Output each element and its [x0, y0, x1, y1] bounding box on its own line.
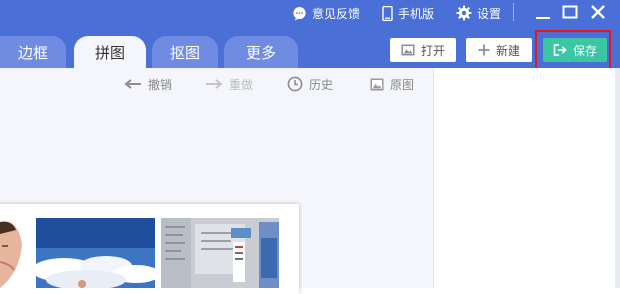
image-icon [401, 44, 415, 56]
settings-link[interactable]: 设置 [456, 4, 501, 22]
gear-icon [456, 5, 472, 21]
close-button[interactable] [588, 3, 608, 21]
collage-photo-screenshot[interactable] [161, 218, 279, 288]
original-image-button[interactable]: 原图 [370, 76, 414, 92]
feedback-link[interactable]: 意见反馈 [292, 4, 360, 22]
tab-cutout-label: 抠图 [169, 43, 200, 62]
tab-border-label: 边框 [17, 43, 48, 62]
plus-icon [478, 44, 490, 56]
phone-icon [382, 5, 393, 21]
tab-more[interactable]: 更多 [224, 36, 298, 68]
maximize-icon [562, 5, 578, 19]
maximize-button[interactable] [560, 3, 580, 21]
tab-collage[interactable]: 拼图 [74, 36, 146, 68]
new-button[interactable]: 新建 [466, 38, 532, 62]
undo-label: 撤销 [148, 77, 173, 92]
open-label: 打开 [420, 43, 445, 58]
topbar-divider [513, 3, 514, 21]
tab-more-label: 更多 [245, 43, 276, 62]
history-button[interactable]: 历史 [287, 76, 333, 92]
redo-button[interactable]: 重做 [205, 76, 253, 92]
right-panel [433, 68, 616, 288]
tab-cutout[interactable]: 抠图 [152, 36, 218, 68]
minimize-icon [536, 17, 550, 19]
save-highlight-box [535, 30, 611, 72]
image-icon [370, 78, 384, 90]
close-icon [591, 5, 605, 19]
history-label: 历史 [309, 77, 334, 92]
chat-bubble-icon [293, 6, 306, 21]
arrow-right-icon [206, 79, 223, 89]
collage-photo-beach[interactable] [36, 218, 155, 288]
new-label: 新建 [495, 43, 520, 58]
settings-label: 设置 [477, 6, 502, 21]
clock-icon [287, 76, 303, 92]
arrow-left-icon [124, 79, 141, 89]
open-button[interactable]: 打开 [390, 38, 456, 62]
right-scroll-edge [615, 68, 620, 288]
original-image-label: 原图 [390, 77, 415, 92]
mobile-version-link[interactable]: 手机版 [382, 4, 434, 22]
collage-photo-portrait[interactable] [0, 218, 24, 288]
minimize-button[interactable] [533, 3, 553, 21]
mobile-version-label: 手机版 [398, 6, 435, 21]
undo-button[interactable]: 撤销 [124, 76, 172, 92]
redo-label: 重做 [229, 77, 254, 92]
tab-border[interactable]: 边框 [0, 36, 66, 68]
feedback-label: 意见反馈 [312, 6, 361, 21]
tab-collage-label: 拼图 [94, 43, 125, 62]
